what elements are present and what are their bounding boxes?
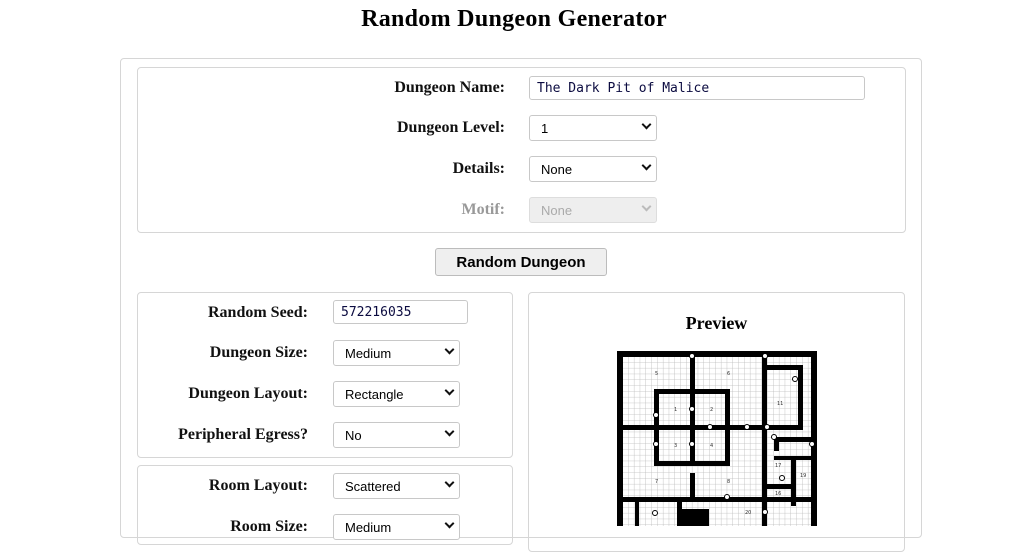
- selected-value: None: [541, 203, 573, 218]
- selected-value: Medium: [345, 520, 392, 535]
- room-number: 19: [800, 473, 806, 479]
- preview-title: Preview: [685, 313, 748, 333]
- room-number: 6: [727, 371, 730, 377]
- chevron-down-icon: [444, 518, 455, 529]
- room-number: 17: [775, 463, 781, 469]
- selected-value: Medium: [345, 346, 392, 361]
- chevron-down-icon: [641, 160, 652, 171]
- dungeon-name-label: Dungeon Name:: [394, 79, 505, 96]
- room-layout-select[interactable]: Scattered: [333, 473, 460, 499]
- room-number: 16: [775, 491, 781, 497]
- room-size-label: Room Size:: [230, 518, 308, 535]
- room-number: 2: [710, 407, 713, 413]
- random-dungeon-button[interactable]: Random Dungeon: [435, 248, 607, 276]
- room-number: 7: [655, 479, 658, 485]
- motif-label: Motif:: [461, 201, 505, 218]
- selected-value: None: [541, 162, 573, 177]
- dungeon-size-label: Dungeon Size:: [209, 344, 308, 361]
- room-number: 20: [745, 510, 751, 516]
- dungeon-level-label: Dungeon Level:: [397, 119, 505, 136]
- selected-value: No: [345, 428, 362, 443]
- motif-select: None: [529, 197, 657, 223]
- chevron-down-icon: [641, 119, 652, 130]
- dungeon-level-select[interactable]: 1: [529, 115, 657, 141]
- chevron-down-icon: [444, 477, 455, 488]
- chevron-down-icon: [444, 385, 455, 396]
- peripheral-egress-select[interactable]: No: [333, 422, 460, 448]
- details-label: Details:: [452, 160, 505, 177]
- room-number: 3: [674, 443, 677, 449]
- room-number: 4: [710, 443, 713, 449]
- room-size-select[interactable]: Medium: [333, 514, 460, 540]
- chevron-down-icon: [444, 344, 455, 355]
- peripheral-egress-label: Peripheral Egress?: [178, 426, 308, 443]
- room-number: 8: [727, 479, 730, 485]
- dungeon-layout-label: Dungeon Layout:: [188, 385, 308, 402]
- dungeon-layout-select[interactable]: Rectangle: [333, 381, 460, 407]
- dungeon-map: 5 6 1 2 3 4 7 8 11 17 19 16 20: [617, 351, 817, 526]
- selected-value: 1: [541, 121, 549, 136]
- room-number: 1: [674, 407, 677, 413]
- chevron-down-icon: [641, 201, 652, 212]
- random-seed-label: Random Seed:: [207, 304, 308, 321]
- room-number: 11: [777, 401, 783, 407]
- selected-value: Rectangle: [345, 387, 404, 402]
- dungeon-name-input[interactable]: The Dark Pit of Malice: [529, 76, 865, 100]
- page-title: Random Dungeon Generator: [361, 6, 667, 32]
- room-layout-label: Room Layout:: [208, 477, 308, 494]
- details-select[interactable]: None: [529, 156, 657, 182]
- chevron-down-icon: [444, 426, 455, 437]
- random-seed-input[interactable]: 572216035: [333, 300, 468, 324]
- room-number: 5: [655, 371, 658, 377]
- selected-value: Scattered: [345, 479, 401, 494]
- dungeon-size-select[interactable]: Medium: [333, 340, 460, 366]
